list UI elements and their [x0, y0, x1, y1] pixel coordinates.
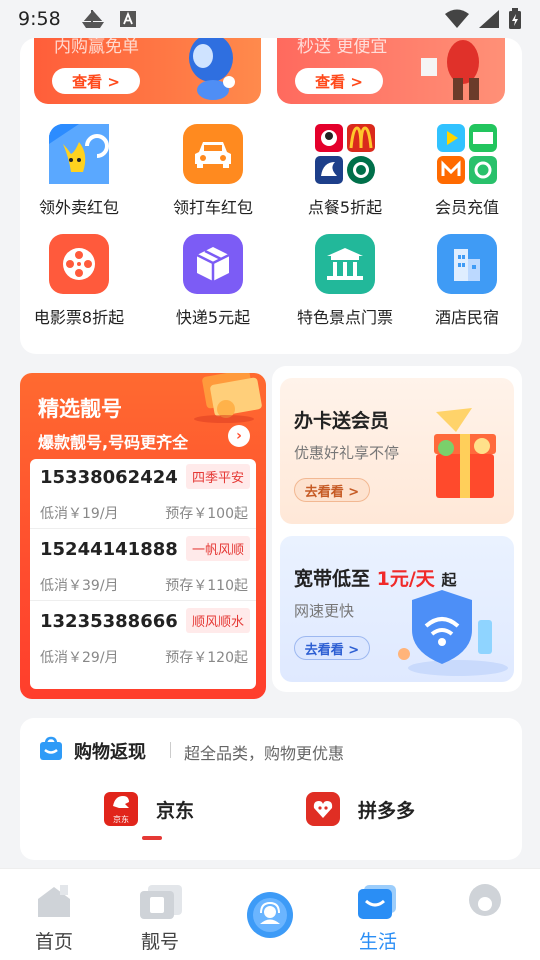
- phone-number: 13235388666: [40, 611, 178, 632]
- service-label: 领外卖红包: [38, 198, 119, 217]
- number-row[interactable]: 13235388666 顺风顺水 低消￥29/月 预存￥120起: [30, 603, 256, 673]
- promo-banner-right[interactable]: 秒送 更便宜 查看 >: [277, 38, 505, 104]
- number-row[interactable]: 15338062424 四季平安 低消￥19/月 预存￥100起: [30, 459, 256, 529]
- promo-view-button[interactable]: 查看 >: [295, 68, 383, 94]
- food-brands-icon: [315, 124, 375, 184]
- min-fee: 低消￥29/月: [40, 650, 119, 666]
- phone-number: 15338062424: [40, 467, 178, 488]
- hotel-icon: [437, 234, 497, 294]
- deposit: 预存￥100起: [165, 506, 248, 522]
- film-reel-icon: [49, 234, 109, 294]
- numbers-list: 15338062424 四季平安 低消￥19/月 预存￥100起 1524414…: [30, 459, 256, 689]
- number-tag: 顺风顺水: [185, 608, 250, 633]
- min-fee: 低消￥39/月: [40, 578, 119, 594]
- promo-title: 内购赢免单: [54, 38, 139, 57]
- temple-icon: [315, 234, 375, 294]
- package-icon: [183, 234, 243, 294]
- view-more-button[interactable]: 去看看 >: [294, 636, 370, 660]
- phone-number: 15244141888: [40, 539, 178, 560]
- nav-label: 生活: [358, 931, 397, 953]
- card-membership-banner[interactable]: 办卡送会员 优惠好礼享不停 去看看 >: [280, 378, 514, 524]
- tab-pinduoduo[interactable]: 拼多多: [306, 792, 415, 826]
- service-label: 快递5元起: [175, 308, 251, 327]
- courier-icon: [421, 40, 479, 100]
- sim-card-icon: [140, 885, 182, 919]
- promo-banner-left[interactable]: 内购赢免单 查看 >: [34, 38, 261, 104]
- view-more-button[interactable]: 去看看 >: [294, 478, 370, 502]
- divider: [170, 742, 171, 758]
- tab-label: 拼多多: [358, 799, 416, 822]
- car-icon: [183, 124, 243, 184]
- shopping-bag-icon: [40, 736, 62, 760]
- jd-logo-text: 京东: [113, 815, 129, 824]
- battery-icon: [509, 8, 521, 29]
- title-pre: 宽带低至: [294, 568, 371, 590]
- signal-icon: [479, 10, 499, 28]
- service-taxi[interactable]: 领打车红包: [158, 124, 268, 218]
- deposit: 预存￥110起: [165, 578, 248, 594]
- wifi-shield-icon: [398, 590, 508, 676]
- broadband-banner[interactable]: 宽带低至 1元/天 起 网速更快 去看看 >: [280, 536, 514, 682]
- featured-numbers-card[interactable]: 精选靓号 爆款靓号,号码更齐全 › 15338062424 四季平安 低消￥19…: [20, 373, 266, 699]
- shopping-cashback-card: 购物返现 超全品类，购物更优惠 京东 京东 拼多多: [20, 718, 522, 860]
- status-bar: 9:58: [0, 0, 540, 38]
- deposit: 预存￥120起: [165, 650, 248, 666]
- numbers-subtitle: 爆款靓号,号码更齐全: [38, 433, 189, 452]
- number-cards-icon: [194, 373, 262, 423]
- status-right: [444, 8, 522, 30]
- service-hotel[interactable]: 酒店民宿: [412, 234, 522, 328]
- tab-jd[interactable]: 京东 京东: [104, 792, 194, 826]
- nav-label: 首页: [34, 931, 73, 953]
- service-label: 酒店民宿: [434, 308, 499, 327]
- service-movie[interactable]: 电影票8折起: [24, 234, 134, 328]
- wifi-icon: [445, 9, 469, 28]
- shopping-title: 购物返现: [74, 742, 146, 763]
- mascot-icon: [189, 38, 235, 100]
- promo-title: 秒送 更便宜: [297, 38, 388, 57]
- service-food[interactable]: 点餐5折起: [290, 124, 400, 218]
- services-card: 内购赢免单 查看 > 秒送 更便宜 查看 > 领外卖红包 领打车红包 点餐5折起…: [20, 38, 522, 354]
- service-label: 电影票8折起: [33, 308, 125, 327]
- font-a-icon: [119, 11, 136, 27]
- service-scenic[interactable]: 特色景点门票: [290, 234, 400, 328]
- life-bag-icon: [358, 885, 396, 919]
- shopping-subtitle: 超全品类，购物更优惠: [184, 744, 345, 763]
- banner-title: 办卡送会员: [294, 410, 390, 432]
- profile-icon: [469, 884, 501, 916]
- banner-subtitle: 网速更快: [294, 602, 355, 620]
- home-icon: [38, 885, 70, 917]
- gift-box-icon: [434, 408, 496, 498]
- ship-icon: [81, 10, 104, 28]
- nav-label: 靓号: [140, 931, 179, 953]
- video-vip-icon: [437, 124, 497, 184]
- service-express[interactable]: 快递5元起: [158, 234, 268, 328]
- promo-banners-panel: 办卡送会员 优惠好礼享不停 去看看 > 宽带低至 1元/天 起 网速更快 去看看…: [272, 366, 522, 692]
- status-time: 9:58: [18, 8, 61, 30]
- banner-subtitle: 优惠好礼享不停: [294, 444, 400, 462]
- service-label: 特色景点门票: [296, 308, 393, 327]
- active-tab-indicator: [142, 836, 162, 840]
- numbers-title: 精选靓号: [38, 397, 122, 421]
- service-membership[interactable]: 会员充值: [412, 124, 522, 218]
- takeout-icon: [49, 124, 109, 184]
- service-label: 会员充值: [434, 198, 499, 217]
- number-tag: 一帆风顺: [185, 536, 250, 561]
- pinduoduo-logo-icon: [306, 792, 340, 826]
- promo-view-button[interactable]: 查看 >: [52, 68, 140, 94]
- service-takeout[interactable]: 领外卖红包: [24, 124, 134, 218]
- tab-label: 京东: [156, 799, 195, 822]
- number-tag: 四季平安: [185, 464, 250, 489]
- jd-logo-icon: 京东: [104, 792, 138, 826]
- customer-service-icon: [247, 892, 293, 938]
- chevron-right-icon[interactable]: ›: [228, 425, 250, 447]
- service-label: 领打车红包: [172, 198, 253, 217]
- number-row[interactable]: 15244141888 一帆风顺 低消￥39/月 预存￥110起: [30, 531, 256, 601]
- service-label: 点餐5折起: [307, 198, 383, 217]
- min-fee: 低消￥19/月: [40, 506, 119, 522]
- bottom-nav: 首页 靓号 生活: [0, 868, 540, 960]
